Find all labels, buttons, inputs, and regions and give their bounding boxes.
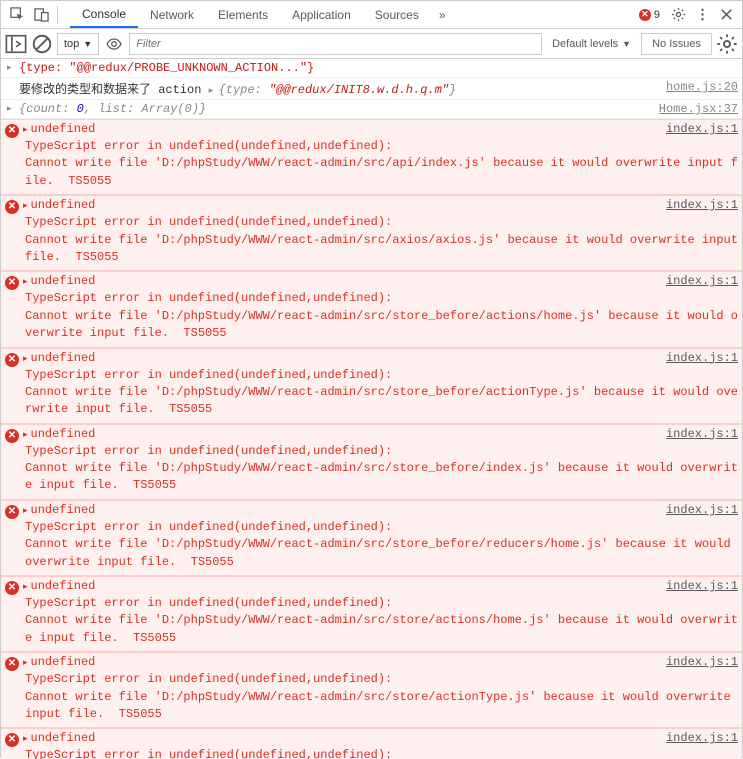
error-body: TypeScript error in undefined(undefined,… (5, 214, 738, 266)
error-icon: ✕ (5, 124, 19, 138)
error-body: TypeScript error in undefined(undefined,… (5, 367, 738, 419)
divider (57, 6, 58, 24)
panel-tabs: Console Network Elements Application Sou… (70, 2, 633, 28)
source-link[interactable]: Home.jsx:37 (659, 102, 738, 116)
more-options-icon[interactable] (690, 3, 714, 27)
live-expression-icon[interactable] (103, 36, 125, 52)
error-body: TypeScript error in undefined(undefined,… (5, 138, 738, 190)
source-link[interactable]: index.js:1 (666, 655, 738, 669)
device-toggle-icon[interactable] (29, 3, 53, 27)
expand-caret-icon[interactable]: ▸ (209, 86, 219, 96)
expand-caret-icon[interactable]: ▸ (23, 430, 28, 440)
expand-caret-icon[interactable]: ▸ (23, 125, 28, 135)
log-row: ▸ {type: "@@redux/PROBE_UNKNOWN_ACTION...… (1, 59, 742, 78)
console-sidebar-toggle-icon[interactable] (5, 33, 27, 55)
error-title: undefined (31, 503, 666, 517)
error-title: undefined (31, 274, 666, 288)
error-log-block: ✕ ▸undefinedindex.js:1 TypeScript error in… (1, 424, 742, 500)
expand-caret-icon[interactable]: ▸ (7, 104, 12, 114)
error-icon: ✕ (5, 733, 19, 747)
source-link[interactable]: index.js:1 (666, 122, 738, 136)
devtools-main-toolbar: Console Network Elements Application Sou… (1, 1, 742, 29)
expand-caret-icon[interactable]: ▸ (23, 277, 28, 287)
log-message: {type: "@@redux/PROBE_UNKNOWN_ACTION..."… (19, 61, 738, 75)
source-link[interactable]: index.js:1 (666, 731, 738, 745)
error-title: undefined (31, 122, 666, 136)
source-link[interactable]: index.js:1 (666, 579, 738, 593)
log-message: 要修改的类型和数据来了 action ▸ {type: "@@redux/INI… (19, 80, 656, 97)
log-message: {count: 0, list: Array(0)} (19, 102, 649, 116)
expand-caret-icon[interactable]: ▸ (23, 582, 28, 592)
error-icon: ✕ (5, 429, 19, 443)
source-link[interactable]: index.js:1 (666, 274, 738, 288)
log-levels-selector[interactable]: Default levels ▼ (546, 33, 637, 55)
error-log-block: ✕ ▸undefinedindex.js:1 TypeScript error in… (1, 348, 742, 424)
more-tabs-icon[interactable]: » (431, 4, 454, 26)
log-row: ▸ {count: 0, list: Array(0)} Home.jsx:37 (1, 100, 742, 119)
context-label: top (64, 38, 79, 50)
error-title: undefined (31, 198, 666, 212)
expand-caret-icon[interactable]: ▸ (7, 63, 12, 73)
source-link[interactable]: index.js:1 (666, 427, 738, 441)
inspect-element-icon[interactable] (5, 3, 29, 27)
console-settings-icon[interactable] (716, 33, 738, 55)
console-toolbar: top ▼ Default levels ▼ No Issues (1, 29, 742, 59)
error-icon: ✕ (5, 657, 19, 671)
error-title: undefined (31, 731, 666, 745)
error-log-block: ✕ ▸undefinedindex.js:1 TypeScript error in… (1, 652, 742, 728)
expand-caret-icon[interactable]: ▸ (23, 201, 28, 211)
tab-console[interactable]: Console (70, 2, 138, 28)
error-count-badge[interactable]: ✕ 9 (639, 9, 660, 21)
expand-caret-icon[interactable]: ▸ (23, 734, 28, 744)
tab-elements[interactable]: Elements (206, 3, 280, 27)
source-link[interactable]: index.js:1 (666, 198, 738, 212)
expand-caret-icon[interactable]: ▸ (23, 354, 28, 364)
error-log-block: ✕ ▸undefinedindex.js:1 TypeScript error in… (1, 576, 742, 652)
tab-sources[interactable]: Sources (363, 3, 431, 27)
error-log-block: ✕ ▸undefinedindex.js:1 TypeScript error in… (1, 728, 742, 759)
error-body: TypeScript error in undefined(undefined,… (5, 519, 738, 571)
error-body: TypeScript error in undefined(undefined,… (5, 595, 738, 647)
expand-caret-icon[interactable]: ▸ (23, 506, 28, 516)
error-icon: ✕ (5, 353, 19, 367)
chevron-down-icon: ▼ (83, 39, 92, 49)
error-log-block: ✕ ▸undefinedindex.js:1 TypeScript error in… (1, 271, 742, 347)
log-row: 要修改的类型和数据来了 action ▸ {type: "@@redux/INI… (1, 78, 742, 100)
error-title: undefined (31, 427, 666, 441)
error-icon: ✕ (5, 505, 19, 519)
chevron-down-icon: ▼ (622, 39, 631, 49)
tab-application[interactable]: Application (280, 3, 363, 27)
error-icon: ✕ (5, 581, 19, 595)
error-body: TypeScript error in undefined(undefined,… (5, 443, 738, 495)
error-icon: ✕ (5, 200, 19, 214)
error-icon: ✕ (5, 276, 19, 290)
close-icon[interactable] (714, 3, 738, 27)
error-log-block: ✕ ▸undefinedindex.js:1 TypeScript error in… (1, 500, 742, 576)
clear-console-icon[interactable] (31, 33, 53, 55)
error-body: TypeScript error in undefined(undefined,… (5, 671, 738, 723)
error-body: TypeScript error in undefined(undefined,… (5, 290, 738, 342)
filter-input[interactable] (129, 33, 542, 55)
error-icon: ✕ (639, 9, 651, 21)
issues-button[interactable]: No Issues (641, 33, 712, 55)
error-title: undefined (31, 351, 666, 365)
levels-label: Default levels (552, 38, 618, 50)
expand-caret-icon[interactable]: ▸ (23, 658, 28, 668)
error-count: 9 (654, 9, 660, 21)
error-title: undefined (31, 655, 666, 669)
error-title: undefined (31, 579, 666, 593)
context-selector[interactable]: top ▼ (57, 33, 99, 55)
settings-icon[interactable] (666, 3, 690, 27)
source-link[interactable]: index.js:1 (666, 351, 738, 365)
source-link[interactable]: home.js:20 (666, 80, 738, 97)
source-link[interactable]: index.js:1 (666, 503, 738, 517)
error-log-block: ✕ ▸undefinedindex.js:1 TypeScript error in… (1, 195, 742, 271)
error-body: TypeScript error in undefined(undefined,… (5, 747, 738, 759)
console-output: ▸ {type: "@@redux/PROBE_UNKNOWN_ACTION...… (1, 59, 742, 759)
tab-network[interactable]: Network (138, 3, 206, 27)
error-log-block: ✕ ▸undefinedindex.js:1 TypeScript error in… (1, 119, 742, 195)
